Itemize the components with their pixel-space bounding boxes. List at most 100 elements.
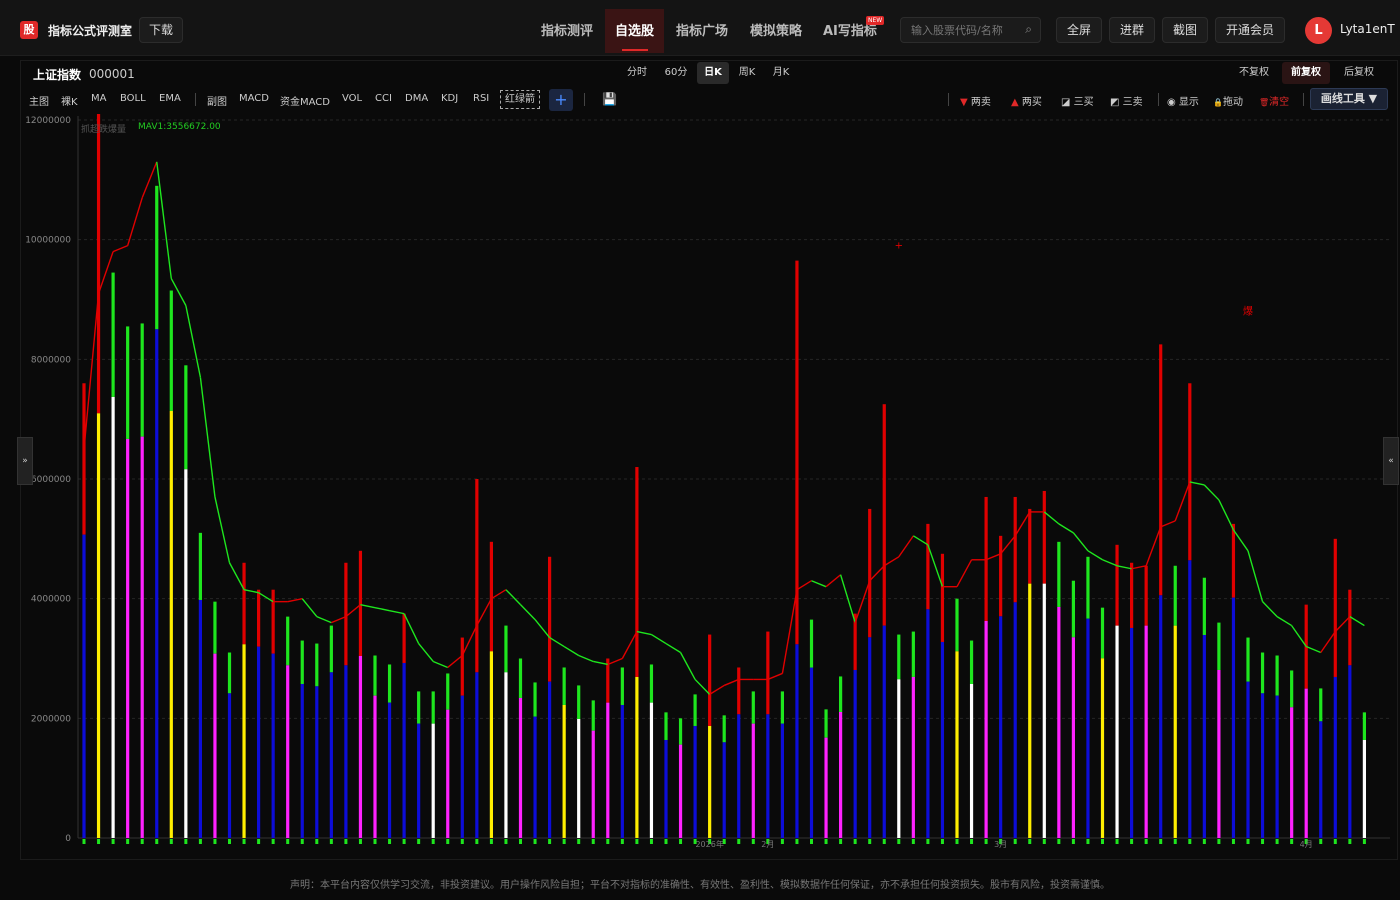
volume-bar-upper xyxy=(184,365,188,470)
x-tick-marker xyxy=(475,839,479,844)
volume-bar-upper xyxy=(969,640,974,684)
mav-line-segment xyxy=(258,592,274,603)
x-tick-marker xyxy=(970,839,974,844)
x-tick-marker xyxy=(984,839,988,844)
y-tick-label: 12000000 xyxy=(25,116,71,126)
x-tick-marker xyxy=(446,839,450,844)
x-tick-marker xyxy=(344,839,348,844)
mav-line-segment xyxy=(811,580,827,588)
x-tick-marker xyxy=(1348,839,1352,844)
volume-bar-upper xyxy=(1217,622,1221,670)
mav-line-segment xyxy=(651,633,667,645)
x-tick-marker xyxy=(1057,839,1061,844)
mav-line-segment xyxy=(1189,481,1205,486)
x-tick-marker xyxy=(1173,839,1177,844)
x-tick-marker xyxy=(257,839,261,844)
volume-bar-lower xyxy=(227,693,232,838)
volume-bar-upper xyxy=(809,619,814,668)
volume-bar-lower xyxy=(271,653,275,838)
volume-bar-upper xyxy=(402,613,406,663)
volume-bar-lower xyxy=(242,644,246,838)
volume-bar-lower xyxy=(999,616,1003,838)
x-date-label: 4月 xyxy=(1300,840,1313,849)
volume-bar-upper xyxy=(1071,580,1075,638)
volume-bar-upper xyxy=(475,479,479,673)
volume-chart[interactable]: 0 2000000 4000000 6000000 8000000 10000000 120… xyxy=(0,0,1400,900)
mav-line-segment xyxy=(534,619,551,638)
mav-line-segment xyxy=(679,652,696,680)
volume-bar-upper xyxy=(1333,538,1337,677)
volume-bar-lower xyxy=(664,739,668,838)
volume-bar-upper xyxy=(286,616,290,666)
x-tick-marker xyxy=(1333,839,1337,844)
volume-bar-upper xyxy=(824,709,828,738)
volume-bar-upper xyxy=(737,667,741,715)
volume-bar-upper xyxy=(1159,344,1163,596)
volume-bar-upper xyxy=(169,290,173,411)
mav-line-segment xyxy=(126,197,143,246)
volume-bar-lower xyxy=(1071,637,1075,838)
mav-line-segment xyxy=(214,496,231,563)
volume-bar-lower xyxy=(1042,583,1046,838)
volume-bar-lower xyxy=(1231,597,1236,838)
x-tick-marker xyxy=(1130,839,1134,844)
x-tick-marker xyxy=(1013,839,1017,844)
volume-bar-lower xyxy=(533,716,537,838)
volume-bar-lower xyxy=(868,637,872,838)
volume-bar-lower xyxy=(475,672,479,838)
x-tick-marker xyxy=(1101,839,1104,844)
volume-bar-upper xyxy=(198,532,202,600)
x-tick-marker xyxy=(126,839,130,844)
x-tick-marker xyxy=(373,839,377,844)
volume-bar-lower xyxy=(722,742,726,838)
volume-bar-upper xyxy=(344,562,348,666)
x-tick-marker xyxy=(242,839,246,844)
x-tick-marker xyxy=(1319,839,1323,844)
volume-bar-upper xyxy=(358,550,363,656)
x-tick-marker xyxy=(1261,839,1265,844)
volume-bar-lower xyxy=(1202,634,1206,838)
volume-bar-upper xyxy=(1260,652,1265,694)
left-collapse-toggle[interactable]: » xyxy=(17,437,33,485)
mav-line-segment xyxy=(549,636,565,648)
volume-bar-upper xyxy=(504,625,508,673)
mav-line-segment xyxy=(1334,616,1351,633)
x-tick-marker xyxy=(940,839,944,844)
volume-bar-lower xyxy=(184,469,188,838)
mav-line-segment xyxy=(389,609,405,615)
volume-bar-upper xyxy=(649,664,654,703)
mav-line-segment xyxy=(141,161,158,199)
volume-bar-upper xyxy=(1188,383,1192,561)
volume-bar-upper xyxy=(780,691,784,724)
volume-bar-upper xyxy=(882,404,886,626)
x-tick-marker xyxy=(780,839,784,844)
volume-bar-upper xyxy=(693,694,697,726)
volume-bar-upper xyxy=(417,691,421,724)
volume-bar-lower xyxy=(1028,583,1032,838)
mav-line-segment xyxy=(1320,631,1336,653)
volume-bar-upper xyxy=(606,658,610,703)
volume-bar-upper xyxy=(126,326,130,439)
volume-bar-lower xyxy=(402,662,406,838)
x-tick-marker xyxy=(679,839,683,844)
x-tick-marker xyxy=(795,839,799,844)
volume-bar-lower xyxy=(897,679,901,838)
mav-line-segment xyxy=(593,660,608,666)
mav-line-segment xyxy=(665,642,681,654)
volume-bar-upper xyxy=(257,589,261,647)
mav-line-segment xyxy=(636,630,652,636)
volume-bar-upper xyxy=(562,667,566,705)
volume-bar-lower xyxy=(111,396,115,838)
mav-line-segment xyxy=(1305,645,1322,654)
x-tick-marker xyxy=(329,839,333,844)
x-tick-marker xyxy=(1115,839,1119,844)
right-collapse-toggle[interactable]: « xyxy=(1383,437,1399,485)
mav-line-segment xyxy=(1145,526,1162,567)
x-tick-marker xyxy=(853,839,857,844)
volume-bar-lower xyxy=(1246,681,1250,838)
volume-bar-lower xyxy=(96,413,101,838)
volume-bar-upper xyxy=(227,652,232,694)
volume-bar-lower xyxy=(955,651,959,838)
x-tick-marker xyxy=(300,839,304,844)
volume-bar-lower xyxy=(1013,602,1017,838)
